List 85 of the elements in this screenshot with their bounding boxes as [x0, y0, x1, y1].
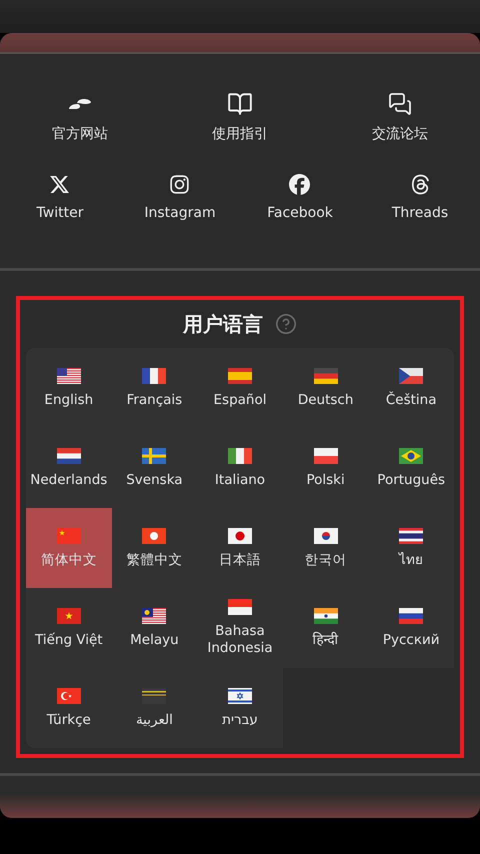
language-label: עברית [222, 712, 258, 728]
language-option[interactable]: Melayu [112, 588, 198, 668]
chat-icon [388, 92, 412, 116]
flag-icon [142, 368, 166, 384]
flag-icon [228, 448, 252, 464]
language-label: 简体中文 [40, 552, 97, 568]
language-label: ไทย [399, 552, 424, 568]
language-label: हिन्दी [312, 632, 339, 648]
facebook-icon [289, 174, 310, 194]
language-option[interactable]: العربية [112, 668, 198, 748]
flag-icon [142, 608, 166, 624]
language-label: Melayu [130, 632, 179, 648]
language-option[interactable]: Čeština [368, 348, 454, 428]
language-option[interactable]: 繁體中文 [112, 508, 198, 588]
social-link[interactable]: Twitter [32, 172, 88, 252]
language-label: 日本語 [218, 552, 261, 568]
help-icon[interactable] [275, 313, 297, 335]
language-label: Tiếng Việt [35, 632, 103, 648]
social-link[interactable]: Threads [388, 172, 452, 252]
flag-icon [56, 448, 81, 464]
language-option[interactable]: Deutsch [282, 348, 368, 428]
language-label: Polski [306, 472, 345, 488]
threads-icon [410, 174, 430, 194]
language-option[interactable]: 日本語 [197, 508, 283, 588]
flag-icon [314, 608, 338, 624]
language-option[interactable]: ไทย [368, 508, 454, 588]
language-option[interactable]: Türkçe [26, 668, 112, 748]
language-option[interactable]: Português [368, 428, 454, 508]
section-title: 用户语言 [183, 310, 263, 338]
flag-icon [399, 608, 424, 624]
language-label: العربية [136, 712, 173, 728]
link-item[interactable]: 官方网站 [48, 92, 112, 172]
language-option[interactable]: Nederlands [26, 428, 112, 508]
link-item[interactable]: 使用指引 [208, 92, 272, 172]
flag-icon [399, 448, 424, 464]
flag-icon [142, 528, 166, 544]
language-label: Bahasa Indonesia [206, 623, 274, 657]
language-label: 繁體中文 [126, 552, 182, 568]
language-label: Türkçe [46, 712, 91, 728]
language-label: English [44, 392, 94, 408]
language-label: Русский [382, 632, 440, 648]
language-option[interactable]: Русский [368, 588, 454, 668]
language-label: Italiano [214, 472, 266, 488]
flag-icon [228, 368, 252, 384]
flag-icon [56, 608, 81, 624]
social-link[interactable]: Facebook [263, 172, 337, 252]
book-icon [227, 91, 253, 117]
language-option[interactable]: Polski [282, 428, 368, 508]
language-label: Español [214, 392, 266, 408]
language-label: Svenska [126, 472, 183, 488]
language-option[interactable]: 简体中文 [26, 508, 112, 588]
flag-icon [399, 528, 424, 544]
flag-icon [228, 528, 252, 544]
language-label: 한국어 [304, 552, 347, 568]
language-label: Čeština [386, 392, 436, 408]
flag-icon [314, 528, 338, 544]
flag-icon [399, 368, 424, 384]
flag-icon [142, 448, 166, 464]
language-option[interactable]: Français [112, 348, 198, 428]
flag-icon [314, 448, 338, 464]
language-label: Nederlands [30, 472, 108, 488]
language-label: Português [377, 472, 446, 488]
link-item[interactable]: 交流论坛 [368, 92, 432, 172]
language-option[interactable]: Svenska [112, 428, 198, 508]
language-option[interactable]: עברית [197, 668, 283, 748]
flag-icon [228, 688, 252, 704]
language-label: Français [126, 392, 182, 408]
flag-icon [56, 528, 81, 544]
language-option[interactable]: Italiano [197, 428, 283, 508]
instagram-icon [169, 174, 190, 194]
language-option[interactable]: Español [197, 348, 283, 428]
language-option[interactable]: English [26, 348, 112, 428]
social-link[interactable]: Instagram [140, 172, 220, 252]
language-option[interactable]: Tiếng Việt [26, 588, 112, 668]
language-label: Deutsch [298, 392, 354, 408]
flag-icon [56, 688, 81, 704]
cloud-icon [67, 97, 93, 111]
flag-icon [56, 368, 81, 384]
language-option[interactable]: हिन्दी [282, 588, 368, 668]
flag-icon [142, 688, 166, 704]
flag-icon [228, 599, 252, 615]
x-logo-icon [49, 174, 70, 194]
language-option[interactable]: Bahasa Indonesia [197, 588, 283, 668]
flag-icon [314, 368, 338, 384]
language-option[interactable]: 한국어 [282, 508, 368, 588]
